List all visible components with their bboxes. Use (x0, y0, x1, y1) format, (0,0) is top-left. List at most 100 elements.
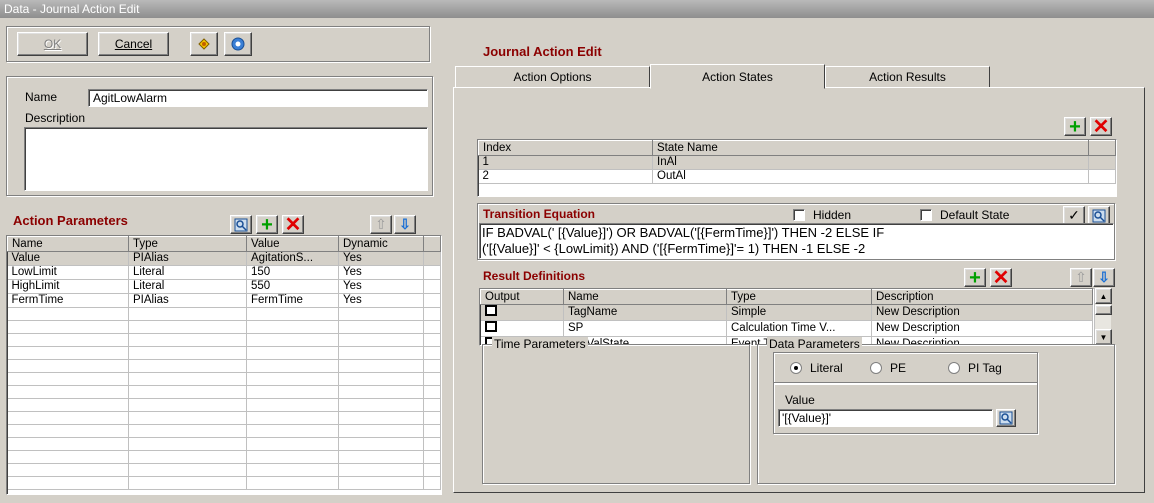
output-checkbox[interactable] (484, 321, 497, 332)
column-header-filler (423, 236, 441, 252)
output-cell[interactable] (480, 320, 564, 337)
cell: TagName (563, 304, 727, 321)
table-row[interactable]: Value PIAlias AgitationS... Yes (7, 251, 441, 266)
cell (423, 265, 441, 280)
cell: SP (563, 320, 727, 337)
add-result-button[interactable]: + (964, 266, 986, 289)
result-move-up-button[interactable]: ⇧ (1070, 268, 1092, 287)
table-row[interactable]: 2 OutAl (478, 169, 1116, 184)
radio-pi-tag[interactable]: PI Tag (948, 361, 1002, 375)
delete-result-button[interactable]: ✕ (990, 266, 1012, 289)
cell: PIAlias (128, 293, 247, 308)
window-title: Data - Journal Action Edit (0, 0, 1154, 18)
table-row (7, 333, 441, 347)
column-header-name[interactable]: Name (563, 289, 727, 305)
close-icon: ✕ (1092, 115, 1110, 138)
result-move-down-button[interactable]: ⇩ (1093, 268, 1115, 287)
plus-icon: + (969, 266, 981, 289)
results-scrollbar[interactable]: ▲ ▼ (1094, 288, 1112, 346)
radio-label: PI Tag (968, 361, 1002, 375)
cell: HighLimit (7, 279, 129, 294)
column-header-name[interactable]: Name (7, 236, 129, 252)
result-definitions-title: Result Definitions (483, 269, 586, 283)
cell: 150 (246, 265, 339, 280)
hidden-label: Hidden (813, 208, 852, 222)
table-row (7, 463, 441, 477)
table-row[interactable]: FermTime PIAlias FermTime Yes (7, 293, 441, 308)
value-field[interactable]: '[{Value}]' (778, 409, 993, 427)
radio-literal[interactable]: Literal (790, 361, 843, 375)
tab-action-options[interactable]: Action Options (455, 66, 650, 88)
cell: Literal (128, 265, 247, 280)
action-parameters-title: Action Parameters (13, 213, 128, 228)
radio-circle (870, 362, 882, 374)
cell: Literal (128, 279, 247, 294)
time-parameters-title: Time Parameters (492, 337, 588, 351)
column-header-type[interactable]: Type (726, 289, 872, 305)
scroll-down-button[interactable]: ▼ (1095, 329, 1112, 345)
table-row (7, 398, 441, 412)
table-row[interactable]: LowLimit Literal 150 Yes (7, 265, 441, 280)
scroll-thumb[interactable] (1095, 305, 1112, 315)
data-parameters-title: Data Parameters (767, 337, 862, 351)
table-row (7, 437, 441, 451)
search-icon (234, 218, 248, 231)
table-row[interactable]: TagName Simple New Description (480, 304, 1093, 321)
tab-action-results[interactable]: Action Results (825, 66, 990, 88)
table-row (7, 476, 441, 490)
cell: Yes (338, 265, 424, 280)
radio-label: Literal (810, 361, 843, 375)
tab-action-states[interactable]: Action States (650, 64, 825, 89)
description-field[interactable] (24, 127, 428, 191)
cell: PIAlias (128, 251, 247, 266)
column-header-description[interactable]: Description (871, 289, 1093, 305)
arrow-down-icon: ⇩ (399, 216, 411, 232)
add-parameter-button[interactable]: + (256, 215, 278, 235)
table-row (7, 359, 441, 373)
cell: Yes (338, 293, 424, 308)
column-header-output[interactable]: Output (480, 289, 564, 305)
table-row (7, 307, 441, 321)
cell: New Description (871, 320, 1093, 337)
checkbox-box (793, 209, 805, 221)
table-row[interactable]: 1 InAl (478, 155, 1116, 170)
column-header-dynamic[interactable]: Dynamic (338, 236, 424, 252)
edit-button[interactable] (190, 32, 218, 56)
cell: Simple (726, 304, 872, 321)
table-row[interactable]: SP Calculation Time V... New Description (480, 320, 1093, 337)
close-icon: ✕ (992, 266, 1010, 289)
cell: 1 (478, 155, 653, 170)
ok-button[interactable]: OK (17, 32, 88, 56)
scroll-up-button[interactable]: ▲ (1095, 288, 1112, 304)
transition-equation-field[interactable]: IF BADVAL(' [{Value}]') OR BADVAL('[{Fer… (479, 223, 1114, 259)
cell: New Description (871, 304, 1093, 321)
column-header-state-name[interactable]: State Name (652, 140, 1089, 156)
column-header-type[interactable]: Type (128, 236, 247, 252)
add-state-button[interactable]: + (1064, 117, 1086, 137)
move-up-button[interactable]: ⇧ (370, 215, 392, 234)
cancel-button[interactable]: Cancel (98, 32, 169, 56)
cell: Value (7, 251, 129, 266)
radio-pe[interactable]: PE (870, 361, 906, 375)
column-header-index[interactable]: Index (478, 140, 653, 156)
delete-state-button[interactable]: ✕ (1090, 115, 1112, 138)
cell (423, 293, 441, 308)
value-search-button[interactable] (996, 409, 1016, 427)
tab-label: Action States (702, 69, 773, 84)
search-button[interactable] (230, 215, 252, 234)
search-icon (1092, 209, 1106, 222)
table-row (7, 346, 441, 360)
delete-parameter-button[interactable]: ✕ (282, 215, 304, 235)
cell: LowLimit (7, 265, 129, 280)
transition-title: Transition Equation (483, 207, 596, 221)
table-row[interactable]: HighLimit Literal 550 Yes (7, 279, 441, 294)
help-button[interactable] (224, 32, 252, 56)
output-checkbox[interactable] (484, 305, 497, 316)
name-field[interactable]: AgitLowAlarm (88, 89, 428, 107)
move-down-button[interactable]: ⇩ (394, 215, 416, 234)
output-cell[interactable] (480, 304, 564, 321)
default-state-checkbox[interactable]: Default State (920, 208, 1009, 222)
column-header-value[interactable]: Value (246, 236, 339, 252)
default-state-label: Default State (940, 208, 1010, 222)
hidden-checkbox[interactable]: Hidden (793, 208, 851, 222)
